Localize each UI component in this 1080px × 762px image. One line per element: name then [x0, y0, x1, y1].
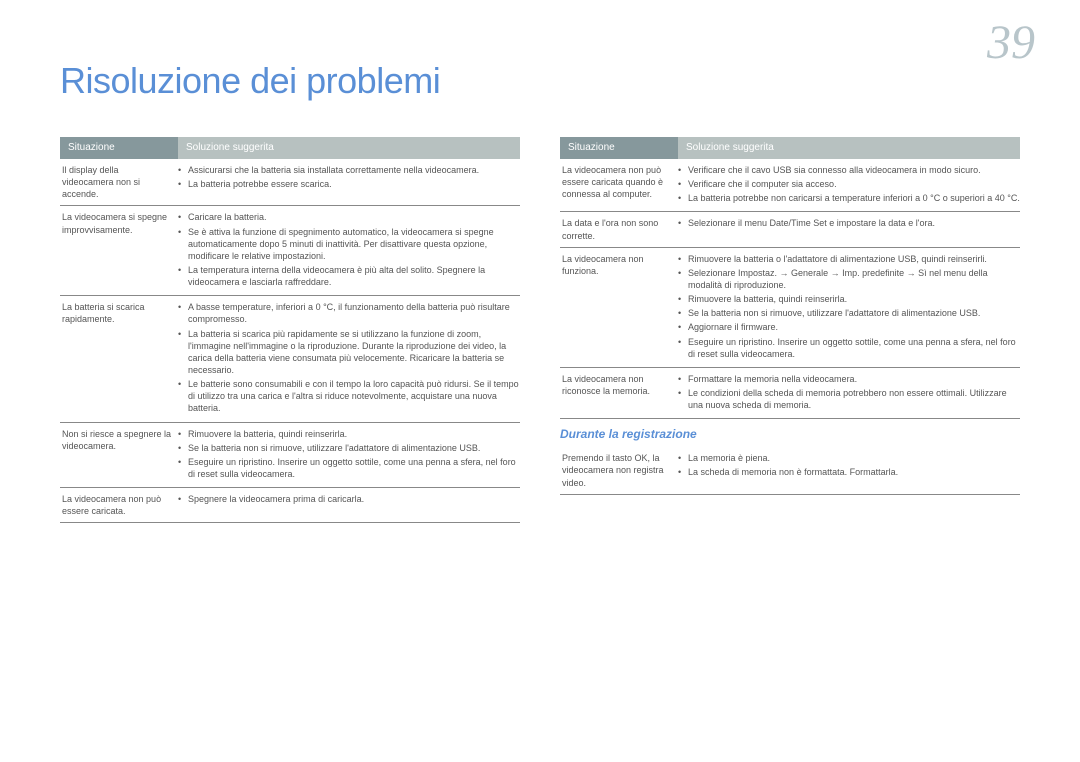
solution-item: Rimuovere la batteria o l'adattatore di … — [678, 253, 1020, 265]
situation-cell: La data e l'ora non sono corrette. — [560, 217, 678, 241]
solution-item: Aggiornare il firmware. — [678, 321, 1020, 333]
solution-item: Selezionare Impostaz. → Generale → Imp. … — [678, 267, 1020, 291]
solution-cell: Assicurarsi che la batteria sia installa… — [178, 164, 520, 200]
solution-cell: Spegnere la videocamera prima di caricar… — [178, 493, 520, 517]
table-row: La batteria si scarica rapidamente.A bas… — [60, 296, 520, 422]
situation-cell: La videocamera non può essere caricata. — [60, 493, 178, 517]
solution-item: La temperatura interna della videocamera… — [178, 264, 520, 288]
solution-item: Rimuovere la batteria, quindi reinserirl… — [178, 428, 520, 440]
situation-cell: Premendo il tasto OK, la videocamera non… — [560, 452, 678, 488]
table-row: La videocamera non riconosce la memoria.… — [560, 368, 1020, 419]
solution-item: Eseguire un ripristino. Inserire un ogge… — [178, 456, 520, 480]
solution-item: Rimuovere la batteria, quindi reinserirl… — [678, 293, 1020, 305]
situation-cell: La videocamera non può essere caricata q… — [560, 164, 678, 206]
situation-cell: La videocamera non riconosce la memoria. — [560, 373, 678, 413]
table-body: Il display della videocamera non si acce… — [60, 159, 520, 523]
header-soluzione: Soluzione suggerita — [678, 137, 1020, 159]
table-row: Il display della videocamera non si acce… — [60, 159, 520, 206]
situation-cell: La videocamera si spegne improvvisamente… — [60, 211, 178, 290]
page-title: Risoluzione dei problemi — [60, 60, 1020, 102]
solution-item: La batteria potrebbe non caricarsi a tem… — [678, 192, 1020, 204]
solution-item: Verificare che il cavo USB sia connesso … — [678, 164, 1020, 176]
solution-cell: Selezionare il menu Date/Time Set e impo… — [678, 217, 1020, 241]
table-row: La data e l'ora non sono corrette.Selezi… — [560, 212, 1020, 247]
table-row: La videocamera non funziona.Rimuovere la… — [560, 248, 1020, 368]
solution-item: Spegnere la videocamera prima di caricar… — [178, 493, 520, 505]
table-row: Premendo il tasto OK, la videocamera non… — [560, 447, 1020, 494]
situation-cell: La batteria si scarica rapidamente. — [60, 301, 178, 416]
solution-item: Se la batteria non si rimuove, utilizzar… — [678, 307, 1020, 319]
table-body: La videocamera non può essere caricata q… — [560, 159, 1020, 419]
solution-item: Eseguire un ripristino. Inserire un ogge… — [678, 336, 1020, 360]
table-row: La videocamera non può essere caricata.S… — [60, 488, 520, 523]
solution-item: Le condizioni della scheda di memoria po… — [678, 387, 1020, 411]
solution-cell: Caricare la batteria. Se è attiva la funz… — [178, 211, 520, 290]
table-body: Premendo il tasto OK, la videocamera non… — [560, 447, 1020, 494]
table-header: Situazione Soluzione suggerita — [560, 137, 1020, 159]
solution-item: Verificare che il computer sia acceso. — [678, 178, 1020, 190]
table-row: La videocamera si spegne improvvisamente… — [60, 206, 520, 296]
header-situazione: Situazione — [560, 137, 678, 159]
solution-cell: Formattare la memoria nella videocamera.… — [678, 373, 1020, 413]
document-page: 39 Risoluzione dei problemi Situazione S… — [0, 0, 1080, 762]
solution-item: La batteria si scarica più rapidamente s… — [178, 328, 520, 377]
solution-item: Formattare la memoria nella videocamera. — [678, 373, 1020, 385]
solution-cell: Verificare che il cavo USB sia connesso … — [678, 164, 1020, 206]
solution-item: A basse temperature, inferiori a 0 °C, i… — [178, 301, 520, 325]
solution-item: La scheda di memoria non è formattata. F… — [678, 466, 1020, 478]
solution-item: La memoria è piena. — [678, 452, 1020, 464]
section-subtitle: Durante la registrazione — [560, 427, 1020, 441]
solution-cell: Rimuovere la batteria o l'adattatore di … — [678, 253, 1020, 362]
situation-cell: Il display della videocamera non si acce… — [60, 164, 178, 200]
content-columns: Situazione Soluzione suggerita Il displa… — [60, 137, 1020, 523]
solution-cell: A basse temperature, inferiori a 0 °C, i… — [178, 301, 520, 416]
solution-item: Le batterie sono consumabili e con il te… — [178, 378, 520, 414]
column-left: Situazione Soluzione suggerita Il displa… — [60, 137, 520, 523]
header-situazione: Situazione — [60, 137, 178, 159]
solution-cell: Rimuovere la batteria, quindi reinserirl… — [178, 428, 520, 483]
table-row: La videocamera non può essere caricata q… — [560, 159, 1020, 212]
header-soluzione: Soluzione suggerita — [178, 137, 520, 159]
solution-item: Selezionare il menu Date/Time Set e impo… — [678, 217, 1020, 229]
solution-item: Caricare la batteria. — [178, 211, 520, 223]
column-right: Situazione Soluzione suggerita La videoc… — [560, 137, 1020, 523]
solution-item: Se è attiva la funzione di spegnimento a… — [178, 226, 520, 262]
table-row: Non si riesce a spegnere la videocamera.… — [60, 423, 520, 489]
page-number: 39 — [987, 15, 1035, 70]
solution-item: La batteria potrebbe essere scarica. — [178, 178, 520, 190]
situation-cell: La videocamera non funziona. — [560, 253, 678, 362]
situation-cell: Non si riesce a spegnere la videocamera. — [60, 428, 178, 483]
solution-item: Se la batteria non si rimuove, utilizzar… — [178, 442, 520, 454]
solution-item: Assicurarsi che la batteria sia installa… — [178, 164, 520, 176]
table-header: Situazione Soluzione suggerita — [60, 137, 520, 159]
solution-cell: La memoria è piena. La scheda di memoria … — [678, 452, 1020, 488]
